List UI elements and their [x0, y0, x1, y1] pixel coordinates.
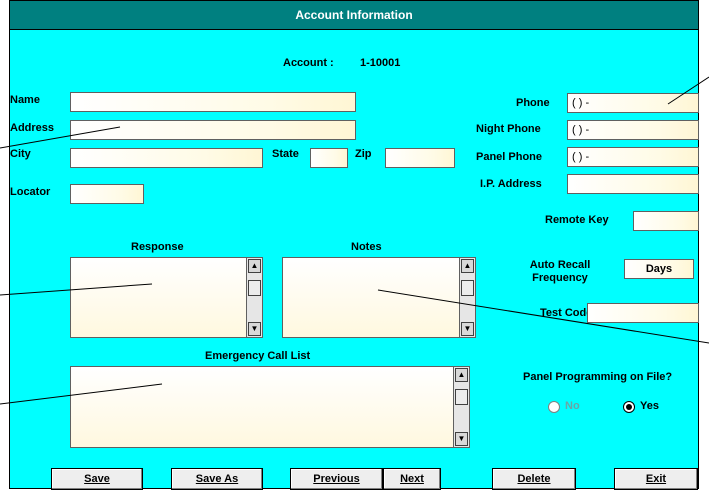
callout-line-notes	[377, 289, 709, 344]
callout-line-phone	[667, 76, 709, 105]
callout-line-emergency	[0, 383, 163, 405]
callout-lines	[0, 76, 709, 405]
callout-line-address	[0, 126, 121, 149]
callout-line-response	[0, 283, 153, 296]
